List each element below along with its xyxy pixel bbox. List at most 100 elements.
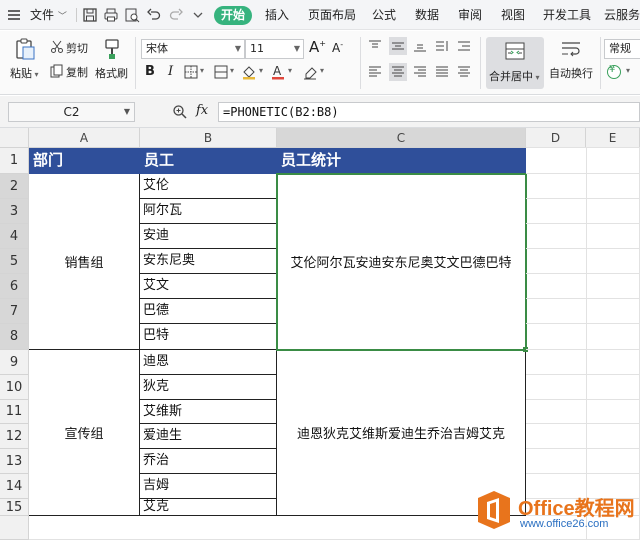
row-header-6[interactable]: 6 [0, 274, 29, 299]
employee-cell[interactable]: 艾克 [140, 499, 277, 516]
employee-cell[interactable]: 爱迪生 [140, 424, 277, 449]
employee-cell[interactable]: 迪恩 [140, 350, 277, 375]
copy-icon[interactable] [50, 64, 64, 78]
row-header-11[interactable]: 11 [0, 400, 29, 424]
undo-icon[interactable] [146, 7, 162, 23]
print-preview-icon[interactable] [124, 7, 140, 23]
column-header-e[interactable]: E [586, 128, 640, 148]
column-header-b[interactable]: B [140, 128, 277, 148]
tab-insert[interactable]: 插入 [265, 0, 289, 30]
wrap-text-button[interactable]: 自动换行 [549, 65, 593, 81]
scissors-icon[interactable] [50, 40, 64, 54]
dept-cell-sales[interactable]: 销售组 [29, 174, 140, 350]
paste-button[interactable]: 粘贴 ▾ [10, 65, 39, 81]
redo-icon[interactable] [168, 7, 184, 23]
tab-page-layout[interactable]: 页面布局 [308, 0, 356, 30]
quick-access-dropdown-icon[interactable] [190, 7, 206, 23]
row-header-5[interactable]: 5 [0, 249, 29, 274]
column-header-d[interactable]: D [526, 128, 586, 148]
fill-color-icon[interactable] [241, 64, 257, 80]
align-center-icon[interactable] [389, 63, 407, 81]
chevron-down-icon[interactable]: ▾ [200, 66, 204, 75]
row-header-4[interactable]: 4 [0, 224, 29, 249]
row-header-8[interactable]: 8 [0, 324, 29, 350]
employee-cell[interactable]: 艾文 [140, 274, 277, 299]
summary-cell-sales[interactable]: 艾伦阿尔瓦安迪安东尼奥艾文巴德巴特 [277, 174, 526, 350]
print-icon[interactable] [103, 7, 119, 23]
row-header-15[interactable]: 15 [0, 499, 29, 516]
employee-cell[interactable]: 安迪 [140, 224, 277, 249]
row-header-12[interactable]: 12 [0, 424, 29, 449]
decrease-font-icon[interactable]: A- [332, 40, 343, 55]
chevron-down-icon[interactable]: ▾ [288, 66, 292, 75]
tab-view[interactable]: 视图 [501, 0, 525, 30]
employee-cell[interactable]: 艾伦 [140, 174, 277, 199]
justify-icon[interactable] [435, 65, 449, 79]
tab-review[interactable]: 审阅 [458, 0, 482, 30]
rotate-text-icon[interactable] [435, 39, 449, 53]
row-header-2[interactable]: 2 [0, 174, 29, 199]
employee-cell[interactable]: 巴特 [140, 324, 277, 350]
name-box[interactable]: C2 ▼ [8, 102, 135, 122]
italic-icon[interactable]: I [168, 64, 173, 79]
align-right-icon[interactable] [413, 65, 427, 79]
column-header-a[interactable]: A [29, 128, 140, 148]
merge-center-button[interactable]: 合并居中 ▾ [486, 37, 544, 89]
tab-data[interactable]: 数据 [415, 0, 439, 30]
row-header-9[interactable]: 9 [0, 350, 29, 375]
employee-cell[interactable]: 安东尼奥 [140, 249, 277, 274]
fx-icon[interactable]: fx [196, 103, 208, 118]
format-painter-icon[interactable] [102, 37, 122, 61]
wrap-text-icon[interactable] [560, 39, 582, 59]
row-header-10[interactable]: 10 [0, 375, 29, 400]
zoom-search-icon[interactable] [172, 104, 188, 120]
row-header-16[interactable] [0, 516, 29, 540]
tab-cloud[interactable]: 云服务 [604, 0, 640, 30]
header-cell-employee[interactable]: 员工 [140, 148, 277, 174]
chevron-down-icon[interactable]: ▾ [230, 66, 234, 75]
employee-cell[interactable]: 吉姆 [140, 474, 277, 499]
employee-cell[interactable]: 阿尔瓦 [140, 199, 277, 224]
row-header-13[interactable]: 13 [0, 449, 29, 474]
select-all-corner[interactable] [0, 128, 29, 148]
row-header-14[interactable]: 14 [0, 474, 29, 499]
employee-cell[interactable]: 艾维斯 [140, 400, 277, 424]
font-color-icon[interactable]: A [270, 64, 286, 80]
save-icon[interactable] [82, 7, 98, 23]
tab-start[interactable]: 开始 [214, 6, 252, 25]
hamburger-menu-icon[interactable] [6, 7, 22, 23]
tab-developer[interactable]: 开发工具 [543, 0, 591, 30]
align-middle-icon[interactable] [389, 37, 407, 55]
font-size-select[interactable]: 11 ▼ [245, 39, 304, 59]
file-menu[interactable]: 文件 ﹀ [30, 0, 67, 30]
tab-formulas[interactable]: 公式 [372, 0, 396, 30]
text-direction-icon[interactable] [457, 39, 471, 53]
column-header-c[interactable]: C [277, 128, 526, 148]
employee-cell[interactable]: 狄克 [140, 375, 277, 400]
align-left-icon[interactable] [368, 65, 382, 79]
employee-cell[interactable]: 巴德 [140, 299, 277, 324]
align-bottom-icon[interactable] [413, 39, 427, 53]
chevron-down-icon[interactable]: ▾ [259, 66, 263, 75]
format-painter-button[interactable]: 格式刷 [95, 65, 128, 81]
chevron-down-icon[interactable]: ▾ [320, 66, 324, 75]
chevron-down-icon[interactable]: ▾ [626, 66, 630, 75]
merge-cells-icon[interactable] [214, 65, 228, 79]
header-cell-dept[interactable]: 部门 [29, 148, 140, 174]
copy-button[interactable]: 复制 [66, 64, 88, 80]
row-header-7[interactable]: 7 [0, 299, 29, 324]
border-icon[interactable] [184, 65, 198, 79]
distributed-align-icon[interactable] [457, 65, 471, 79]
row-header-3[interactable]: 3 [0, 199, 29, 224]
dept-cell-promo[interactable]: 宣传组 [29, 350, 140, 516]
row-header-1[interactable]: 1 [0, 148, 29, 174]
increase-font-icon[interactable]: A+ [309, 38, 326, 56]
font-name-select[interactable]: 宋体 ▼ [141, 39, 245, 59]
employee-cell[interactable]: 乔治 [140, 449, 277, 474]
cut-button[interactable]: 剪切 [66, 40, 88, 56]
paste-icon[interactable] [14, 37, 36, 61]
formula-input[interactable]: =PHONETIC(B2:B8) [218, 102, 640, 122]
number-format-select[interactable]: 常规 [604, 39, 640, 59]
align-top-icon[interactable] [368, 39, 382, 53]
clear-format-icon[interactable] [302, 64, 318, 80]
